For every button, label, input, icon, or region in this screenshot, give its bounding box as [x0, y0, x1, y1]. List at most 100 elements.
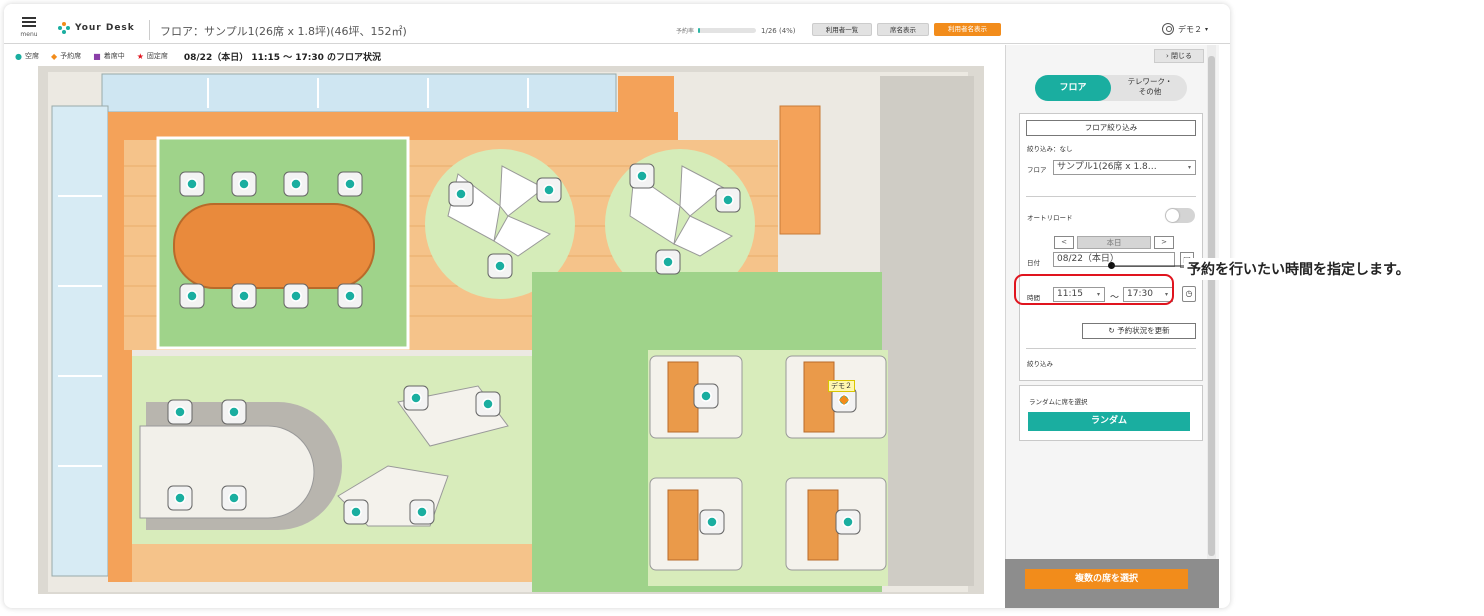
toggle-knob	[1166, 209, 1179, 222]
refresh-status-button[interactable]: ↻ 予約状況を更新	[1082, 323, 1196, 339]
close-panel-button[interactable]: › 閉じる	[1154, 49, 1204, 63]
chevron-down-icon: ▾	[1187, 164, 1191, 171]
callout-text: 予約を行いたい時間を指定します。	[1184, 258, 1413, 280]
time-highlight-ring	[1014, 274, 1174, 305]
chevron-down-icon: ▾	[1204, 25, 1208, 33]
tab-telework-line1: テレワーク・	[1127, 77, 1173, 86]
today-button[interactable]: 本日	[1077, 236, 1151, 249]
seat-vacant-marker[interactable]	[842, 516, 854, 528]
reserved-icon: ◆	[50, 51, 58, 61]
refresh-label: 予約状況を更新	[1117, 326, 1170, 335]
legend-label: 着席中	[103, 52, 125, 60]
legend-label: 予約席	[60, 52, 82, 60]
floor-map[interactable]: + −	[38, 66, 984, 594]
next-day-button[interactable]: >	[1154, 236, 1174, 249]
side-panel: › 閉じる フロア テレワーク・ その他 フロア絞り込み 絞り込み：なし フロア…	[1005, 45, 1219, 608]
seat-vacant-marker[interactable]	[706, 516, 718, 528]
panel-footer: 複数の席を選択	[1005, 559, 1219, 608]
menu-button[interactable]: menu	[18, 14, 40, 40]
seat-vacant-marker[interactable]	[174, 492, 186, 504]
user-menu[interactable]: デモ２ ▾	[1161, 23, 1208, 35]
legend-reserved: ◆ 予約席	[51, 51, 81, 61]
vacant-icon: ●	[15, 51, 22, 61]
multi-select-button[interactable]: 複数の席を選択	[1025, 569, 1188, 589]
refresh-icon: ↻	[1108, 326, 1118, 335]
seat-vacant-marker[interactable]	[494, 260, 506, 272]
date-label: 日付	[1027, 259, 1040, 267]
seat-vacant-marker[interactable]	[238, 290, 250, 302]
seated-icon: ■	[93, 51, 101, 61]
occupied-seat-tag[interactable]: デモ２	[828, 380, 855, 392]
narrow-label: 絞り込み	[1027, 360, 1053, 368]
floor-title: フロア：サンプル1(26席 x 1.8坪)(46坪、152㎡)	[160, 25, 407, 38]
legend-row: ● 空席 ◆ 予約席 ■ 着席中 ★ 固定席 08/22（本日） 11:15 〜…	[15, 48, 1005, 64]
prev-day-button[interactable]: <	[1054, 236, 1074, 249]
seat-vacant-marker[interactable]	[174, 406, 186, 418]
floor-select[interactable]: サンプル1(26席 x 1.8… ▾	[1053, 160, 1196, 175]
floor-label: フロア	[1027, 166, 1047, 174]
divider	[1026, 348, 1196, 349]
seat-vacant-marker[interactable]	[455, 188, 467, 200]
seat-vacant-marker[interactable]	[700, 390, 712, 402]
occupancy-bar	[698, 28, 757, 33]
legend-seated: ■ 着席中	[93, 51, 125, 61]
random-box: ランダムに席を選択 ランダム	[1019, 385, 1203, 441]
view-tabs: フロア テレワーク・ その他	[1035, 75, 1187, 101]
seat-vacant-marker[interactable]	[662, 256, 674, 268]
random-label: ランダムに席を選択	[1029, 398, 1088, 406]
seat-vacant-marker[interactable]	[186, 290, 198, 302]
user-names-button[interactable]: 利用者名表示	[934, 23, 1001, 36]
occupancy-bar-fill	[698, 28, 701, 33]
star-icon: ★	[136, 51, 144, 61]
seat-vacant-marker[interactable]	[228, 492, 240, 504]
seat-vacant-marker[interactable]	[186, 178, 198, 190]
hamburger-icon	[22, 17, 36, 19]
user-name: デモ２	[1177, 24, 1202, 34]
random-button[interactable]: ランダム	[1028, 412, 1190, 431]
clock-icon[interactable]: ◷	[1182, 286, 1196, 302]
close-label: 閉じる	[1171, 52, 1193, 60]
seat-vacant-marker[interactable]	[543, 184, 555, 196]
logo-icon	[58, 22, 70, 34]
seat-vacant-marker[interactable]	[722, 194, 734, 206]
filter-status: 絞り込み：なし	[1027, 145, 1073, 153]
floor-situation: 08/22（本日） 11:15 〜 17:30 のフロア状況	[183, 52, 382, 63]
seat-vacant-marker[interactable]	[636, 170, 648, 182]
callout-line	[1112, 265, 1184, 267]
header-divider	[149, 20, 150, 40]
panel-scrollbar-thumb[interactable]	[1208, 56, 1215, 556]
seat-vacant-marker[interactable]	[344, 178, 356, 190]
tab-telework[interactable]: テレワーク・ その他	[1115, 77, 1185, 97]
auto-reload-toggle[interactable]	[1165, 208, 1195, 223]
filter-box: フロア絞り込み 絞り込み：なし フロア サンプル1(26席 x 1.8… ▾ オ…	[1019, 113, 1203, 381]
legend-vacant: ● 空席	[15, 51, 39, 61]
occupancy-indicator: 予約率 1/26 (4%)	[676, 26, 796, 36]
tab-telework-line2: その他	[1138, 87, 1162, 96]
seat-vacant-marker[interactable]	[228, 406, 240, 418]
occupancy-value: 1/26 (4%)	[761, 26, 796, 35]
seat-vacant-marker[interactable]	[482, 398, 494, 410]
seat-vacant-marker[interactable]	[290, 290, 302, 302]
occupancy-label: 予約率	[676, 28, 695, 35]
seat-names-button[interactable]: 席名表示	[877, 23, 929, 36]
header: menu Your Desk フロア：サンプル1(26席 x 1.8坪)(46坪…	[4, 4, 1230, 44]
auto-reload-label: オートリロード	[1027, 214, 1073, 222]
seat-vacant-marker[interactable]	[238, 178, 250, 190]
user-list-button[interactable]: 利用者一覧	[812, 23, 872, 36]
seat-vacant-marker[interactable]	[350, 506, 362, 518]
app-window: menu Your Desk フロア：サンプル1(26席 x 1.8坪)(46坪…	[4, 4, 1230, 608]
logo: Your Desk	[58, 22, 135, 34]
legend-label: 固定席	[146, 52, 168, 60]
floor-filter-button[interactable]: フロア絞り込み	[1026, 120, 1196, 136]
menu-label: menu	[20, 31, 38, 38]
seat-vacant-marker[interactable]	[416, 506, 428, 518]
seat-vacant-marker[interactable]	[344, 290, 356, 302]
tab-floor[interactable]: フロア	[1035, 75, 1111, 101]
seat-vacant-marker[interactable]	[410, 392, 422, 404]
logo-text: Your Desk	[75, 23, 135, 33]
legend-label: 空席	[24, 52, 39, 60]
floor-select-value: サンプル1(26席 x 1.8…	[1057, 162, 1157, 172]
floor-plan-svg	[38, 66, 984, 594]
divider	[1026, 196, 1196, 197]
seat-vacant-marker[interactable]	[290, 178, 302, 190]
